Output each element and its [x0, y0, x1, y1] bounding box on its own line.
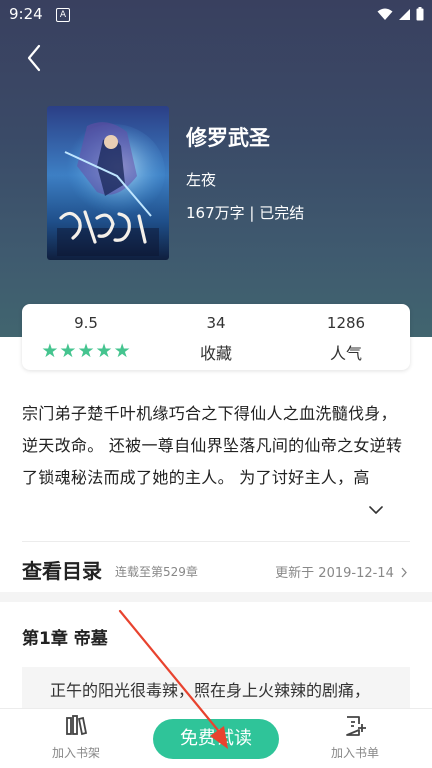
popularity-count: 1286 — [326, 314, 366, 332]
chapter-preview: 正午的阳光很毒辣，照在身上火辣辣的剧痛， — [22, 667, 410, 709]
book-synopsis: 宗门弟子楚千叶机缘巧合之下得仙人之血洗髓伐身，逆天改命。 还被一尊自仙界坠落凡间… — [22, 404, 403, 487]
add-to-booklist-label: 加入书单 — [330, 746, 379, 760]
expand-synopsis-button[interactable] — [366, 500, 386, 520]
star-icon: ★ — [59, 340, 77, 362]
star-icon: ★ — [77, 340, 95, 362]
book-meta: 167万字 | 已完结 — [186, 204, 305, 222]
book-cover — [47, 106, 169, 260]
rating-value: 9.5 — [74, 314, 98, 332]
book-author[interactable]: 左夜 — [186, 169, 216, 190]
bookshelf-icon — [66, 715, 88, 736]
star-icon: ★ — [113, 340, 131, 362]
rating-stars: ★ ★ ★ ★ ★ — [26, 341, 146, 361]
toc-row[interactable]: 查看目录 连载至第529章 更新于 2019-12-14 — [22, 553, 410, 583]
add-booklist-icon — [346, 716, 366, 736]
notification-icon: A — [56, 8, 70, 22]
status-bar: 9:24 A — [0, 0, 432, 30]
stats-card: 9.5 ★ ★ ★ ★ ★ 34 收藏 1286 人气 — [22, 304, 410, 370]
add-to-shelf-label: 加入书架 — [51, 746, 100, 760]
status-icons — [377, 7, 424, 21]
favorites-stat: 34 收藏 — [156, 304, 276, 364]
toc-title: 查看目录 — [22, 559, 102, 583]
chevron-down-icon — [369, 506, 383, 514]
popularity-stat: 1286 人气 — [286, 304, 406, 364]
bottom-action-bar: 加入书架 免费试读 加入书单 — [0, 708, 432, 768]
section-gap — [0, 592, 432, 602]
free-read-button[interactable]: 免费试读 — [153, 719, 279, 759]
wifi-icon — [377, 8, 393, 20]
book-title: 修罗武圣 — [186, 126, 270, 150]
popularity-label: 人气 — [329, 344, 362, 363]
toc-update-date: 更新于 2019-12-14 — [275, 562, 408, 581]
add-to-booklist-button[interactable]: 加入书单 — [320, 715, 390, 761]
battery-icon — [416, 7, 424, 21]
favorites-label: 收藏 — [199, 344, 232, 363]
rating-stat: 9.5 ★ ★ ★ ★ ★ — [26, 304, 146, 361]
book-header: 9:24 A 修罗武圣 左夜 167万字 | 已完结 — [0, 0, 432, 337]
add-to-shelf-button[interactable]: 加入书架 — [41, 715, 111, 761]
toc-update-text: 更新于 2019-12-14 — [275, 566, 394, 581]
signal-icon — [399, 8, 410, 20]
toc-serial-status: 连载至第529章 — [115, 565, 198, 579]
chevron-right-icon — [401, 567, 407, 578]
star-icon: ★ — [41, 340, 59, 362]
chapter-title[interactable]: 第1章 帝墓 — [22, 624, 108, 649]
back-arrow-icon — [27, 44, 41, 72]
star-icon: ★ — [95, 340, 113, 362]
divider — [22, 541, 410, 542]
favorites-count: 34 — [206, 314, 226, 332]
back-button[interactable] — [20, 42, 48, 74]
status-time: 9:24 — [9, 5, 43, 23]
